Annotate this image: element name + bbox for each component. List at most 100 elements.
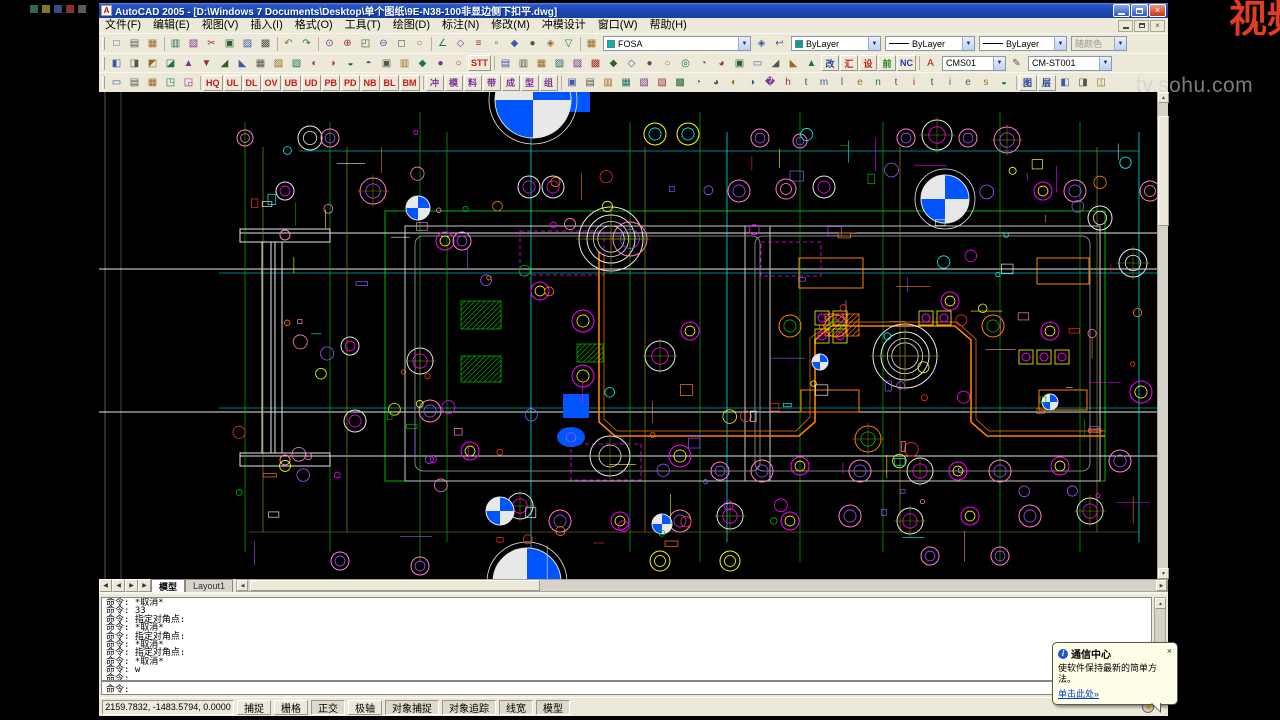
toolbar-icon[interactable]: ◣ xyxy=(234,55,251,71)
toolbar-icon[interactable]: ▣ xyxy=(564,75,581,91)
toolbar-icon[interactable]: ◫ xyxy=(1093,75,1110,91)
toolbar-icon[interactable]: ○ xyxy=(450,55,467,71)
toolbar-icon[interactable]: ◑ xyxy=(744,75,761,91)
status-toggle[interactable]: 线宽 xyxy=(499,699,533,715)
titlebar[interactable]: A AutoCAD 2005 - [D:\Windows 7 Documents… xyxy=(99,3,1168,18)
toolbar-icon[interactable]: ▦ xyxy=(144,75,161,91)
toolbar-icon[interactable]: ⊖ xyxy=(375,36,392,52)
status-toggle[interactable]: 模型 xyxy=(536,699,570,715)
toolbar-icon[interactable]: t xyxy=(888,75,905,91)
toolbar-button[interactable]: 前 xyxy=(878,55,896,71)
toolbar-button[interactable]: BL xyxy=(380,74,399,91)
toolbar-icon[interactable]: ▩ xyxy=(587,55,604,71)
scroll-down-icon[interactable]: ▼ xyxy=(1158,568,1169,579)
menu-item[interactable]: 绘图(D) xyxy=(387,18,436,33)
menu-item[interactable]: 帮助(H) xyxy=(644,18,693,33)
toolbar-icon[interactable]: ▨ xyxy=(239,36,256,52)
toolbar-icon[interactable]: ◨ xyxy=(126,55,143,71)
toolbar-icon[interactable]: ◇ xyxy=(623,55,640,71)
menu-item[interactable]: 插入(I) xyxy=(244,18,288,33)
toolbar-button[interactable]: BM xyxy=(399,74,420,91)
toolbar-icon[interactable]: ▧ xyxy=(636,75,653,91)
menu-item[interactable]: 修改(M) xyxy=(485,18,536,33)
toolbar-icon[interactable]: ✂ xyxy=(203,36,220,52)
toolbar-icon[interactable]: ▥ xyxy=(515,55,532,71)
tab-model[interactable]: 模型 xyxy=(151,579,186,592)
toolbar-icon[interactable]: ◔ xyxy=(690,75,707,91)
menu-item[interactable]: 视图(V) xyxy=(196,18,245,33)
status-toggle[interactable]: 正交 xyxy=(311,699,345,715)
toolbar-icon[interactable]: ⊕ xyxy=(339,36,356,52)
toolbar-icon[interactable]: ▲ xyxy=(803,55,820,71)
toolbar-icon[interactable]: ◈ xyxy=(542,36,559,52)
toolbar-icon[interactable]: ▤ xyxy=(126,75,143,91)
toolbar-icon[interactable]: ↶ xyxy=(280,36,297,52)
toolbar-button[interactable]: 设 xyxy=(859,55,877,71)
toolbar-button[interactable]: OV xyxy=(261,74,281,91)
toolbar-icon[interactable]: ◆ xyxy=(506,36,523,52)
plotstyle-combo[interactable]: 随颜色 ▼ xyxy=(1071,36,1127,51)
toolbar-icon[interactable]: t xyxy=(924,75,941,91)
toolbar-icon[interactable]: ▦ xyxy=(252,55,269,71)
toolbar-icon[interactable]: i xyxy=(942,75,959,91)
toolbar-icon[interactable]: ▧ xyxy=(270,55,287,71)
tab-nav-prev-icon[interactable]: ◀ xyxy=(112,579,125,592)
toolbar-icon[interactable]: ▨ xyxy=(654,75,671,91)
toolbar-icon[interactable]: ● xyxy=(432,55,449,71)
toolbar-icon[interactable]: l xyxy=(834,75,851,91)
toolbar-icon[interactable]: ≡ xyxy=(470,36,487,52)
linetype-combo[interactable]: ByLayer ▼ xyxy=(885,36,975,51)
status-toggle[interactable]: 对象捕捉 xyxy=(385,699,439,715)
toolbar-icon[interactable]: ▩ xyxy=(257,36,274,52)
balloon-link[interactable]: 单击此处» xyxy=(1058,687,1099,700)
menu-item[interactable]: 冲模设计 xyxy=(536,18,592,33)
menu-item[interactable]: 窗口(W) xyxy=(592,18,644,33)
toolbar-icon[interactable]: ◐ xyxy=(306,55,323,71)
toolbar-icon[interactable]: ▣ xyxy=(221,36,238,52)
command-history[interactable]: 命令: *取消* 命令: 33 命令: 指定对角点: 命令: *取消* 命令: 指定对角… xyxy=(101,597,1152,681)
tab-nav-next-icon[interactable]: ▶ xyxy=(125,579,138,592)
lineweight-combo[interactable]: ByLayer ▼ xyxy=(979,36,1067,51)
toolbar-button[interactable]: NC xyxy=(897,55,916,71)
toolbar-grip[interactable] xyxy=(102,76,105,89)
toolbar-button[interactable]: STT xyxy=(468,55,491,71)
cad-canvas[interactable] xyxy=(99,92,1157,579)
drawing-viewport[interactable]: ▲ ▼ xyxy=(99,92,1169,579)
maximize-button[interactable] xyxy=(1131,4,1148,17)
toolbar-icon[interactable]: ▼ xyxy=(198,55,215,71)
toolbar-icon[interactable]: ◰ xyxy=(357,36,374,52)
toolbar-icon[interactable]: ◳ xyxy=(162,75,179,91)
vertical-scrollbar[interactable]: ▲ ▼ xyxy=(1157,92,1169,579)
toolbar-button[interactable]: NB xyxy=(360,74,380,91)
toolbar-icon[interactable]: ▦ xyxy=(533,55,550,71)
status-toggle[interactable]: 捕捉 xyxy=(237,699,271,715)
status-toggle[interactable]: 极轴 xyxy=(348,699,382,715)
toolbar-button[interactable]: 模 xyxy=(444,74,463,91)
toolbar-icon[interactable]: ▧ xyxy=(185,36,202,52)
vertical-scroll-thumb[interactable] xyxy=(1158,116,1169,226)
toolbar-icon[interactable]: ∠ xyxy=(434,36,451,52)
menu-item[interactable]: 标注(N) xyxy=(436,18,485,33)
layer-previous-icon[interactable]: ↩ xyxy=(771,36,788,52)
color-combo[interactable]: ByLayer ▼ xyxy=(791,36,881,51)
toolbar-button[interactable]: 型 xyxy=(520,74,539,91)
toolbar-icon[interactable]: ◆ xyxy=(414,55,431,71)
command-input[interactable]: 命令: xyxy=(101,681,1164,695)
toolbar-icon[interactable]: ◲ xyxy=(180,75,197,91)
toolbar-button[interactable]: 冲 xyxy=(425,74,444,91)
toolbar-icon[interactable]: ▨ xyxy=(569,55,586,71)
toolbar-icon[interactable]: e xyxy=(960,75,977,91)
close-button[interactable]: × xyxy=(1149,4,1166,17)
text-style-combo[interactable]: CMS01 ▼ xyxy=(942,55,1006,71)
toolbar-icon[interactable]: ◢ xyxy=(216,55,233,71)
toolbar-button[interactable]: 图 xyxy=(1018,74,1037,91)
toolbar-icon[interactable]: n xyxy=(870,75,887,91)
scroll-up-icon[interactable]: ▲ xyxy=(1155,598,1166,609)
toolbar-icon[interactable]: t xyxy=(798,75,815,91)
toolbar-icon[interactable]: e xyxy=(852,75,869,91)
toolbar-grip[interactable] xyxy=(102,56,105,70)
toolbar-icon[interactable]: ▥ xyxy=(396,55,413,71)
toolbar-icon[interactable]: ▣ xyxy=(731,55,748,71)
status-toggle[interactable]: 栅格 xyxy=(274,699,308,715)
doc-restore-button[interactable] xyxy=(1134,19,1149,32)
